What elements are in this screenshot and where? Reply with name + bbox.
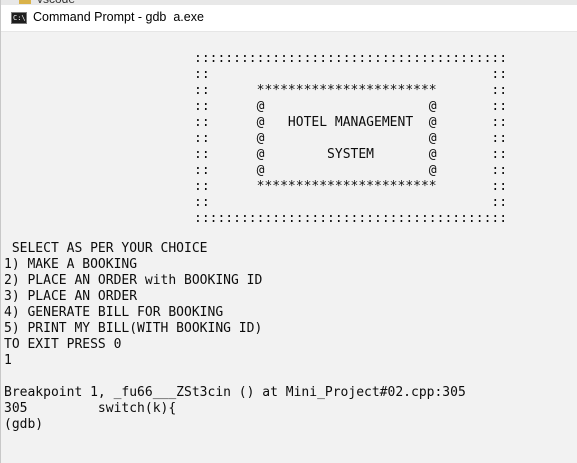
banner-line: :::::::::::::::::::::::::::::::::::::::: xyxy=(194,211,508,226)
window-title: Command Prompt - gdb a.exe xyxy=(33,10,204,24)
user-input: 1 xyxy=(4,353,12,368)
menu-item: 1) MAKE A BOOKING xyxy=(4,257,138,272)
breakpoint-message: Breakpoint 1, _fu66___ZSt3cin () at Mini… xyxy=(4,385,466,400)
banner-line: :: @ @ :: xyxy=(194,99,508,114)
gdb-prompt[interactable]: (gdb) xyxy=(4,417,43,433)
console-output[interactable]: ::::::::::::::::::::::::::::::::::::::::… xyxy=(4,46,574,461)
exit-hint: TO EXIT PRESS 0 xyxy=(4,337,122,352)
banner-line: :: :: xyxy=(194,67,508,82)
banner-line: :: @ HOTEL MANAGEMENT @ :: xyxy=(194,115,508,130)
cmd-icon[interactable]: C:\ xyxy=(11,12,27,24)
menu-heading: SELECT AS PER YOUR CHOICE xyxy=(4,241,208,256)
source-line: 305 switch(k){ xyxy=(4,401,177,416)
banner-line: :: :: xyxy=(194,195,508,210)
banner-line: :: @ @ :: xyxy=(194,163,508,178)
menu-item: 5) PRINT MY BILL(WITH BOOKING ID) xyxy=(4,321,263,336)
command-prompt-window: vscode C:\ Command Prompt - gdb a.exe ::… xyxy=(0,0,577,463)
menu-item: 3) PLACE AN ORDER xyxy=(4,289,138,304)
banner-line: :: *********************** :: xyxy=(194,83,508,98)
banner-line: :: @ SYSTEM @ :: xyxy=(194,147,508,162)
folder-icon xyxy=(19,0,31,4)
menu-item: 2) PLACE AN ORDER with BOOKING ID xyxy=(4,273,263,288)
banner-line: :::::::::::::::::::::::::::::::::::::::: xyxy=(194,51,508,66)
menu-item: 4) GENERATE BILL FOR BOOKING xyxy=(4,305,224,320)
title-bar[interactable]: C:\ Command Prompt - gdb a.exe xyxy=(1,5,577,32)
banner-line: :: *********************** :: xyxy=(194,179,508,194)
banner-line: :: @ @ :: xyxy=(194,131,508,146)
